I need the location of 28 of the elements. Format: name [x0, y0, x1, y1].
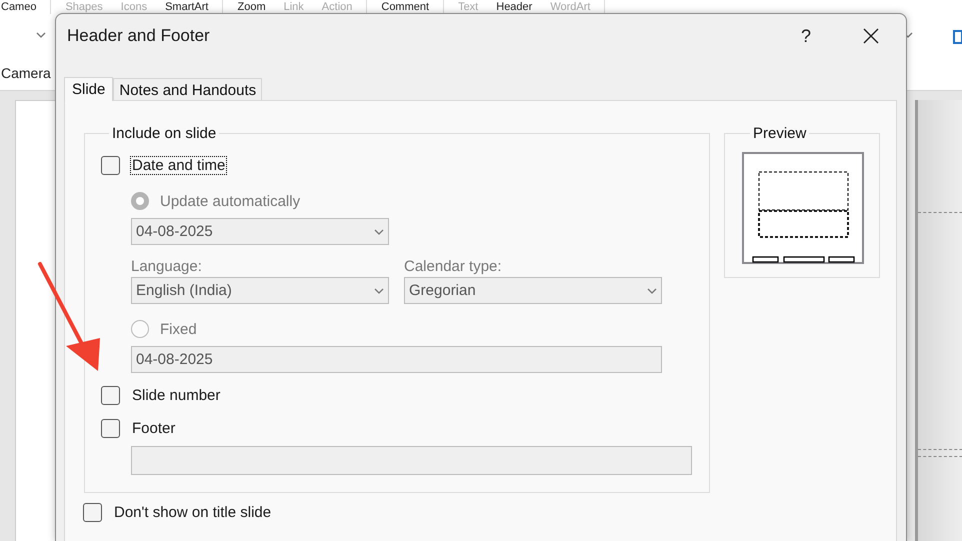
- ribbon-button[interactable]: Comment: [381, 0, 430, 14]
- ribbon-button[interactable]: Zoom: [237, 0, 266, 14]
- field-label: Language:: [131, 258, 202, 275]
- checkbox-label[interactable]: Footer: [131, 420, 176, 436]
- checkbox[interactable]: [101, 418, 120, 438]
- checkbox-label[interactable]: Slide number: [131, 386, 222, 404]
- ribbon-button[interactable]: SmartArt: [165, 0, 208, 14]
- tab[interactable]: Notes and Handouts: [113, 78, 262, 100]
- ribbon-group-label: Camera: [1, 65, 51, 81]
- chevron-down-icon: [647, 288, 657, 294]
- checkbox[interactable]: [101, 386, 120, 404]
- checkbox-label[interactable]: Don't show on title slide: [113, 504, 272, 520]
- field-label: Calendar type:: [404, 258, 502, 275]
- group-title: Include on slide: [111, 125, 218, 142]
- ribbon-icon[interactable]: [953, 30, 962, 44]
- checkbox[interactable]: [101, 156, 120, 174]
- chevron-down-icon: [374, 288, 384, 294]
- checkbox-label[interactable]: Date and time: [131, 156, 226, 174]
- group-title: Preview: [752, 125, 808, 142]
- ribbon-button[interactable]: Header: [496, 0, 532, 14]
- tab[interactable]: Slide: [64, 77, 114, 101]
- ribbon-button[interactable]: Cameo: [1, 0, 36, 14]
- dialog-title: Header and Footer: [67, 26, 211, 46]
- chevron-down-icon: [374, 228, 384, 234]
- checkbox[interactable]: [83, 502, 102, 522]
- help-button[interactable]: ?: [786, 26, 826, 46]
- chevron-down-icon: [36, 32, 46, 38]
- close-icon: [863, 28, 879, 44]
